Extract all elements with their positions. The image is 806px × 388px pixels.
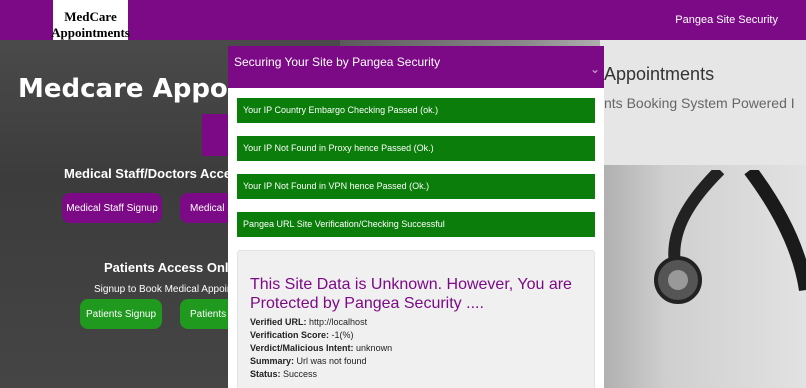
check-proxy: Your IP Not Found in Proxy hence Passed …	[237, 136, 595, 161]
shield-icon	[202, 114, 228, 156]
summary-row: Summary: Url was not found	[250, 356, 367, 366]
check-country-embargo: Your IP Country Embargo Checking Passed …	[237, 98, 595, 123]
verification-score-row: Verification Score: -1(%)	[250, 330, 354, 340]
hero-subtitle: nts Booking System Powered I	[604, 95, 795, 111]
verified-url-row: Verified URL: http://localhost	[250, 317, 368, 327]
patients-subtext: Signup to Book Medical Appointme	[94, 284, 250, 295]
security-modal: Securing Your Site by Pangea Security ⌄ …	[228, 46, 604, 388]
modal-title: Securing Your Site by Pangea Security	[234, 55, 441, 69]
hero-title: Appointments	[604, 64, 715, 84]
medical-staff-signup-button[interactable]: Medical Staff Signup	[62, 193, 162, 223]
info-title: This Site Data is Unknown. However, You …	[250, 276, 572, 312]
staff-heading: Medical Staff/Doctors Acce	[64, 166, 232, 181]
site-info-panel: This Site Data is Unknown. However, You …	[237, 250, 595, 388]
stethoscope-image	[654, 170, 806, 304]
status-row: Status: Success	[250, 369, 318, 379]
patients-heading: Patients Access Only	[104, 260, 236, 275]
logo-line2: Appointments	[51, 25, 130, 40]
pangea-site-security-link[interactable]: Pangea Site Security	[675, 14, 778, 26]
check-url-verification: Pangea URL Site Verification/Checking Su…	[237, 212, 595, 237]
logo-line1: MedCare	[64, 9, 117, 24]
modal-header: Securing Your Site by Pangea Security ⌄	[228, 46, 604, 88]
patients-signup-button[interactable]: Patients Signup	[80, 299, 162, 329]
chevron-down-icon[interactable]: ⌄	[590, 62, 600, 76]
check-vpn: Your IP Not Found in VPN hence Passed (O…	[237, 174, 595, 199]
verdict-row: Verdict/Malicious Intent: unknown	[250, 343, 393, 353]
